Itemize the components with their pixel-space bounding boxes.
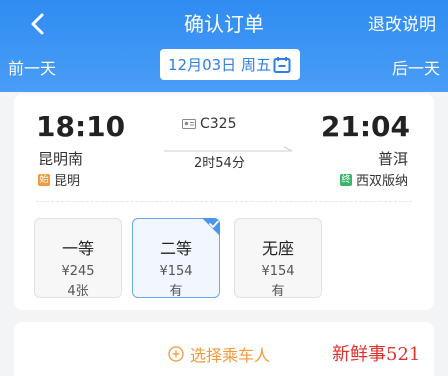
- train-number[interactable]: C325: [182, 116, 237, 132]
- seat-class: 二等: [159, 239, 192, 258]
- header-bar: 确认订单 退改说明 前一天 12月03日 周五 后一天: [0, 0, 448, 92]
- passenger-card: 选择乘车人 新鲜事521: [14, 322, 434, 376]
- seat-option-second-class[interactable]: 二等 ¥154 有: [132, 218, 220, 299]
- seat-option-no-seat[interactable]: 无座 ¥154 有: [234, 218, 322, 299]
- departure-station: 昆明南: [38, 150, 84, 168]
- seat-class: 一等: [61, 239, 94, 258]
- departure-city: 始 昆明: [38, 170, 80, 189]
- plus-circle-icon: [168, 346, 184, 362]
- seat-price: ¥154: [159, 264, 193, 279]
- seat-availability: 有: [169, 284, 183, 299]
- calendar-icon: [273, 57, 291, 73]
- departure-city-label: 昆明: [54, 174, 81, 189]
- refund-policy-link[interactable]: 退改说明: [368, 10, 436, 35]
- date-label: 12月03日 周五: [168, 56, 271, 74]
- terminal-badge-icon: 终: [339, 173, 352, 186]
- seat-availability: 4张: [67, 284, 89, 299]
- arrival-time: 21:04: [320, 110, 410, 143]
- seat-price: ¥245: [61, 264, 95, 279]
- select-passenger-label: 选择乘车人: [190, 346, 271, 365]
- next-day-button[interactable]: 后一天: [392, 55, 440, 79]
- train-number-label: C325: [200, 116, 237, 132]
- prev-day-button[interactable]: 前一天: [8, 55, 56, 79]
- seat-price: ¥154: [261, 264, 295, 279]
- seat-availability: 有: [271, 284, 285, 299]
- seat-option-first-class[interactable]: 一等 ¥245 4张: [34, 218, 122, 299]
- select-passenger-button[interactable]: 选择乘车人: [168, 342, 270, 366]
- travel-duration: 2时54分: [194, 156, 245, 171]
- watermark: 新鲜事521: [332, 344, 421, 365]
- arrival-city-label: 西双版纳: [355, 174, 408, 189]
- arrival-station: 普洱: [377, 150, 408, 168]
- origin-badge-icon: 始: [38, 173, 50, 186]
- date-selector[interactable]: 12月03日 周五: [160, 49, 300, 80]
- arrival-city: 终 西双版纳: [339, 170, 408, 189]
- divider: [36, 201, 412, 202]
- check-icon: [202, 218, 220, 236]
- train-info-card: 18:10 21:04 C325 2时54分 昆明南 普洱 始 昆明 终 西双版…: [14, 94, 434, 310]
- seat-class: 无座: [261, 239, 294, 258]
- departure-time: 18:10: [36, 110, 126, 143]
- id-card-icon: [182, 119, 196, 129]
